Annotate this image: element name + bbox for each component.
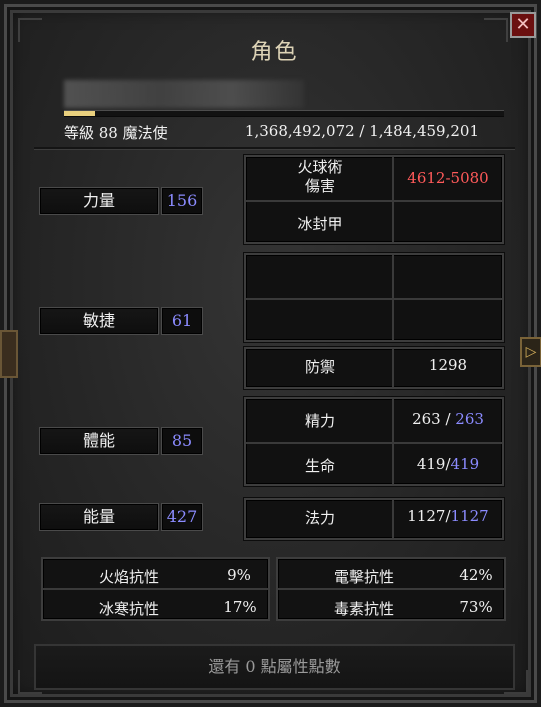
experience-bar-fill [64,111,95,116]
stamina-life-row-divider [246,442,502,444]
stamina-value: 263 / 263 [394,410,502,428]
defense-value: 1298 [428,356,468,374]
attribute-dexterity-label: 敏捷 [39,307,159,335]
life-label: 生命 [304,457,335,475]
stamina-separator: / [440,410,456,428]
res-left-row-divider [43,588,268,590]
stamina-label: 精力 [304,412,335,430]
remaining-stat-points: 還有 0 點屬性點數 [34,644,515,690]
fire-resist-value: 9% [227,566,251,584]
mana-current: 1127 [407,507,446,525]
header-divider [34,147,515,150]
poison-resist-label: 毒素抗性 [333,600,394,618]
skill1-damage-value: 4612-5080 [407,169,489,187]
fire-resist-label: 火焰抗性 [98,568,159,586]
empty-stat-panel [244,253,504,342]
attribute-dexterity-value: 61 [161,307,203,335]
attribute-strength-value: 156 [161,187,203,215]
skill1-label[interactable]: 火球術 傷害 [272,158,368,196]
stamina-current: 263 [412,410,441,428]
level-class-label: 等級 88 魔法使 [64,124,168,142]
character-name-blurred [64,80,304,108]
cold-resist-label: 冰寒抗性 [98,600,159,618]
attribute-energy-value: 427 [161,503,203,531]
experience-value: 1,368,492,072 / 1,484,459,201 [244,122,479,140]
attribute-strength-label: 力量 [39,187,159,215]
lightning-resist-label: 電擊抗性 [333,568,394,586]
mana-value: 1127/1127 [394,507,502,525]
life-value: 419/419 [394,455,502,473]
mana-label: 法力 [304,509,335,527]
life-current: 419 [416,455,446,473]
attribute-energy-label: 能量 [39,503,159,531]
experience-bar [64,110,504,117]
lightning-resist-value: 42% [459,566,493,584]
character-panel: ▷ ✕ 角色 等級 88 魔法使 1,368,492,072 / 1,484,4… [0,0,541,707]
expand-arrow-icon[interactable]: ▷ [520,337,541,367]
skill2-label[interactable]: 冰封甲 [272,213,368,234]
attribute-vitality-value: 85 [161,427,203,455]
life-max: 419 [450,455,480,473]
poison-resist-value: 73% [459,598,493,616]
stamina-max: 263 [455,410,484,428]
mana-max: 1127 [450,507,489,525]
skill-panel-row-divider [246,200,502,202]
defense-label: 防禦 [304,358,335,376]
empty-panel-row-divider [246,298,502,300]
res-right-row-divider [278,588,504,590]
left-ornament [0,330,18,378]
window-title: 角色 [250,40,299,65]
attribute-vitality-label: 體能 [39,427,159,455]
cold-resist-value: 17% [223,598,257,616]
